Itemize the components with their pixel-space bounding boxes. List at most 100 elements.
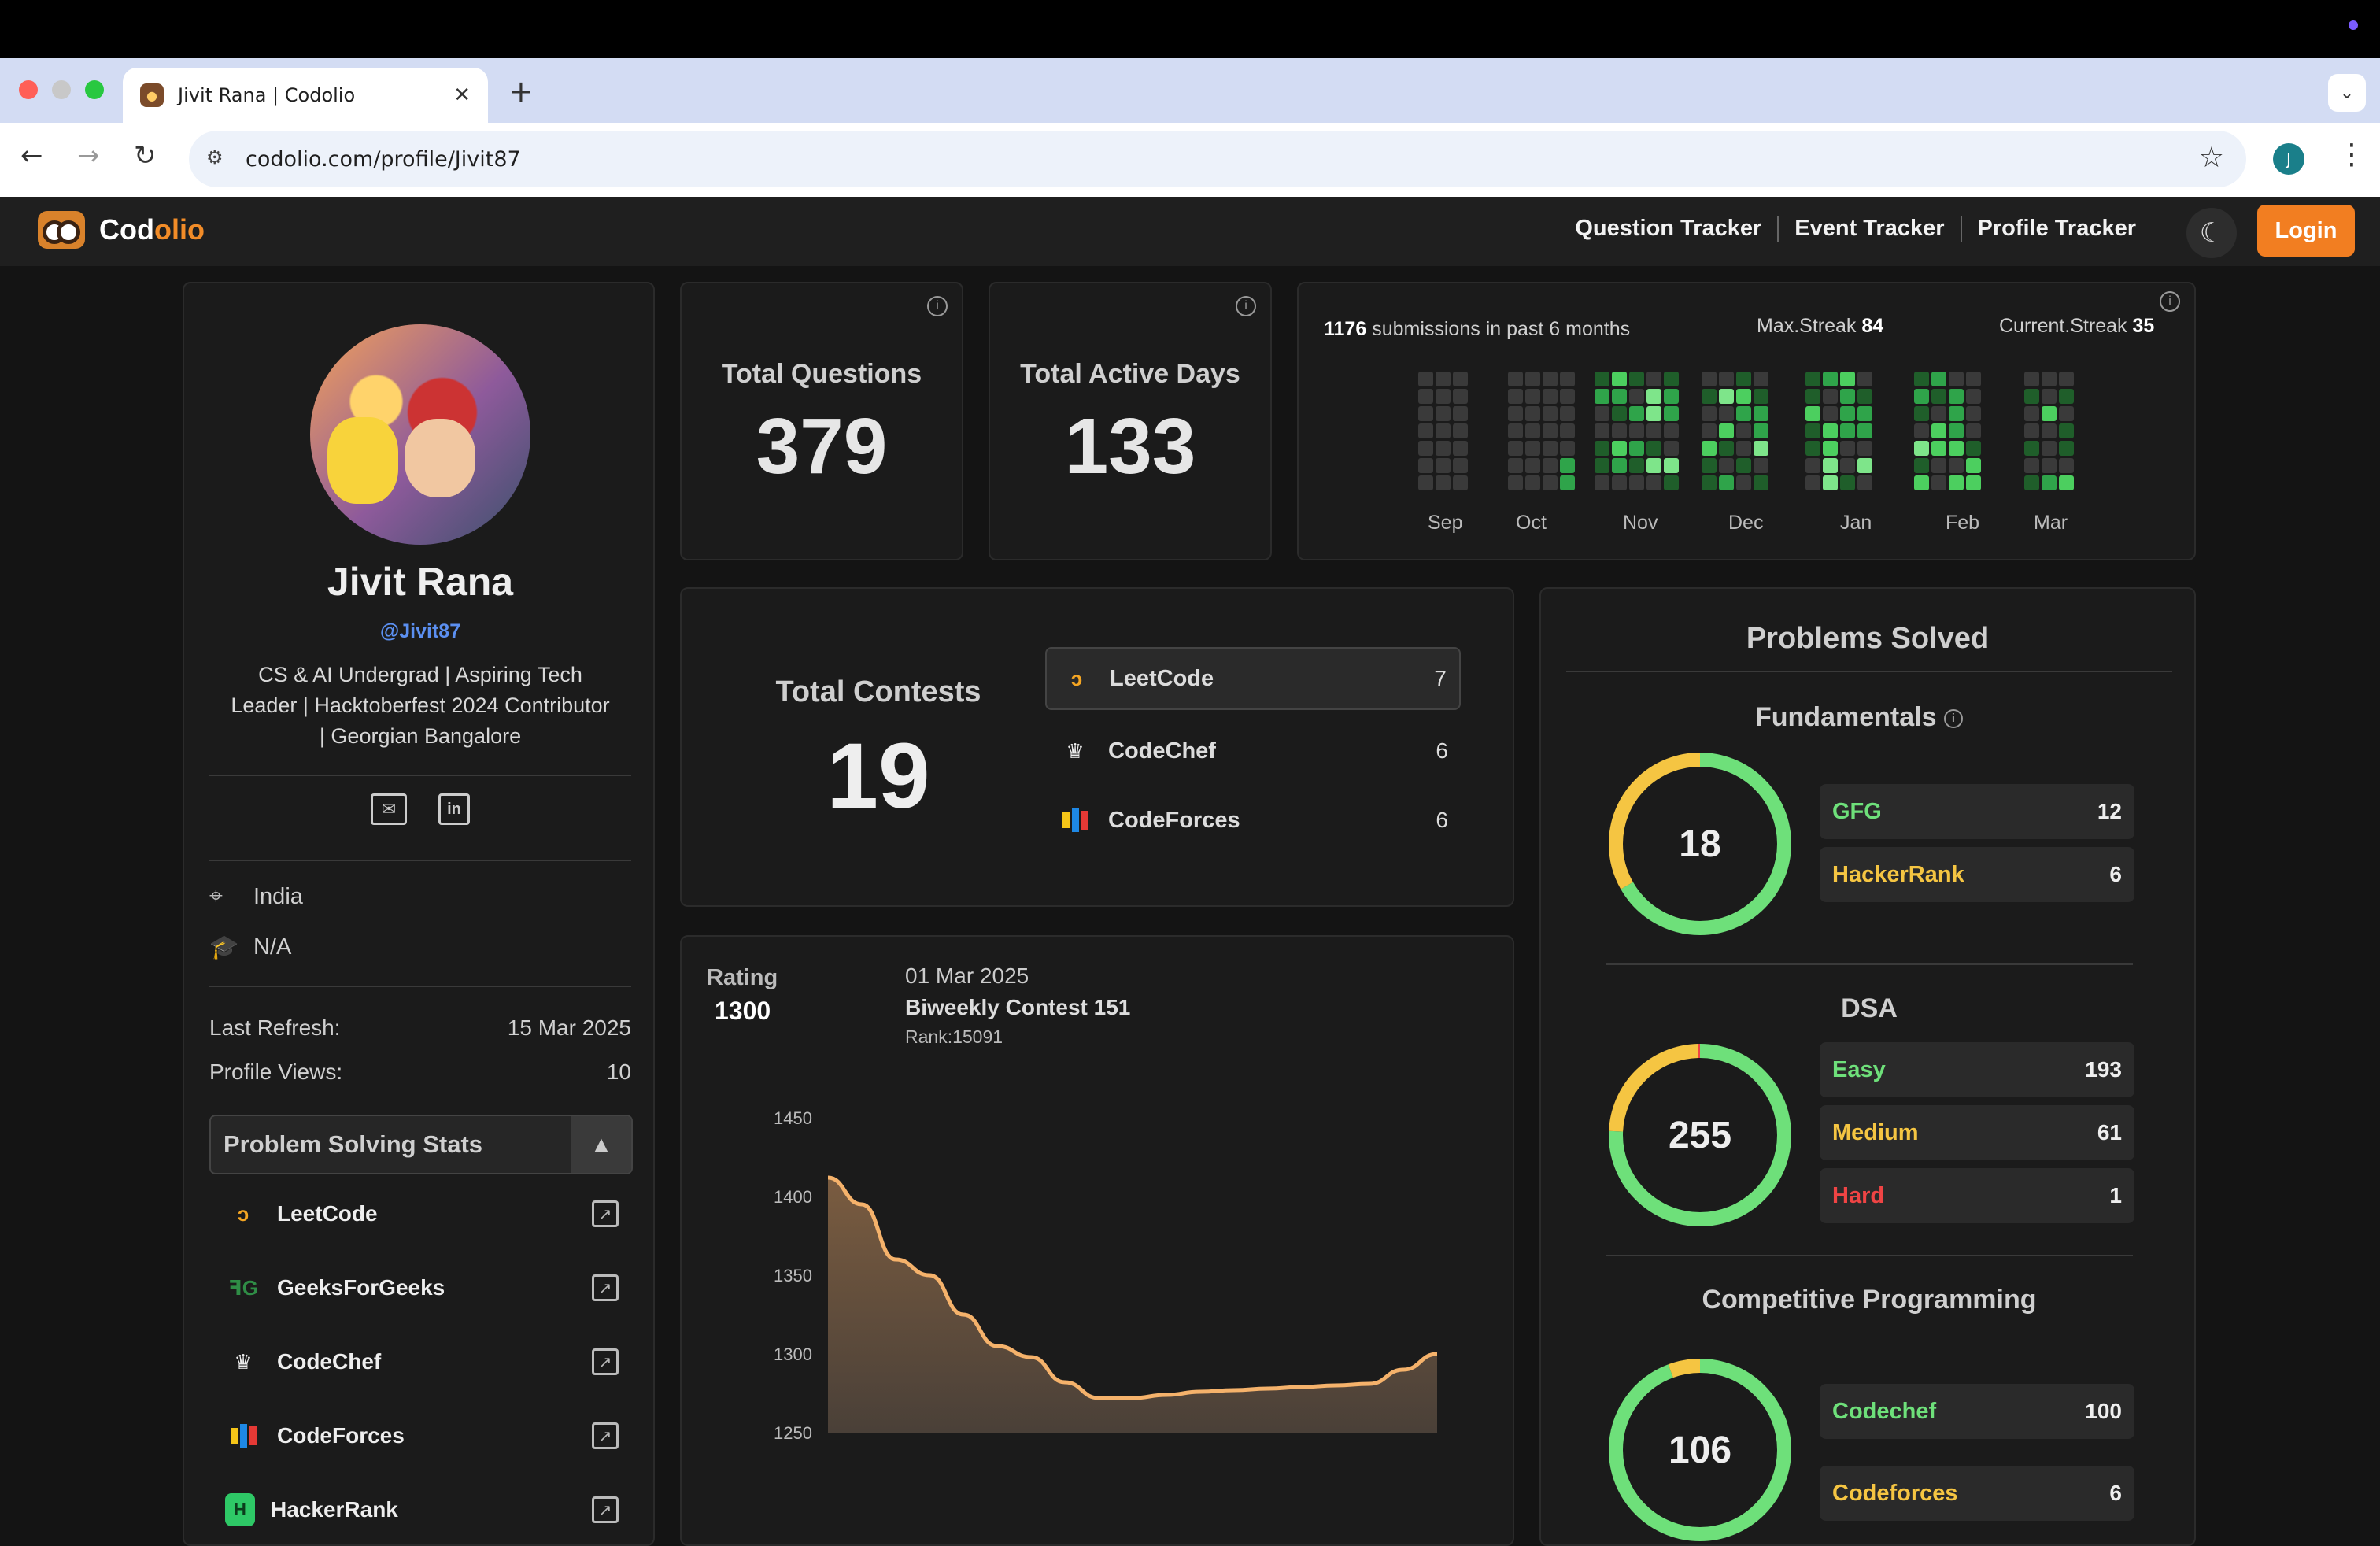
heatmap-cell[interactable] (2042, 389, 2057, 404)
nav-question-tracker[interactable]: Question Tracker (1559, 216, 1779, 242)
heatmap-cell[interactable] (1931, 441, 1946, 456)
heatmap-cell[interactable] (1612, 389, 1627, 404)
rating-point[interactable] (1159, 1387, 1174, 1403)
heatmap-cell[interactable] (2024, 441, 2039, 456)
heatmap-cell[interactable] (2042, 406, 2057, 421)
heatmap-cell[interactable] (1436, 372, 1451, 386)
heatmap-cell[interactable] (1418, 389, 1433, 404)
heatmap-cell[interactable] (1629, 441, 1644, 456)
heatmap-cell[interactable] (1949, 406, 1964, 421)
heatmap-cell[interactable] (1595, 423, 1609, 438)
heatmap-cell[interactable] (1736, 423, 1751, 438)
heatmap-cell[interactable] (1525, 406, 1540, 421)
heatmap-cell[interactable] (1418, 441, 1433, 456)
back-arrow-icon[interactable]: ← (20, 140, 43, 172)
heatmap-cell[interactable] (1966, 372, 1981, 386)
heatmap-cell[interactable] (1646, 389, 1661, 404)
heatmap-cell[interactable] (1436, 475, 1451, 490)
heatmap-cell[interactable] (1543, 389, 1558, 404)
heatmap-cell[interactable] (1595, 406, 1609, 421)
heatmap-cell[interactable] (1664, 475, 1679, 490)
rating-point[interactable] (888, 1252, 904, 1267)
nav-event-tracker[interactable]: Event Tracker (1779, 216, 1962, 242)
heatmap-cell[interactable] (1719, 389, 1734, 404)
rating-point[interactable] (1226, 1382, 1242, 1398)
heatmap-cell[interactable] (1629, 406, 1644, 421)
heatmap-cell[interactable] (1823, 441, 1838, 456)
heatmap-cell[interactable] (1966, 475, 1981, 490)
heatmap-cell[interactable] (1754, 441, 1768, 456)
maximize-window-button[interactable] (85, 80, 104, 99)
heatmap-cell[interactable] (1840, 372, 1855, 386)
heatmap-cell[interactable] (1736, 372, 1751, 386)
heatmap-cell[interactable] (1736, 389, 1751, 404)
heatmap-cell[interactable] (1966, 458, 1981, 473)
heatmap-cell[interactable] (1508, 441, 1523, 456)
heatmap-cell[interactable] (1823, 406, 1838, 421)
browser-tab[interactable]: ● Jivit Rana | Codolio ✕ (123, 68, 488, 123)
heatmap-cell[interactable] (1595, 441, 1609, 456)
heatmap-cell[interactable] (1453, 389, 1468, 404)
heatmap-cell[interactable] (1525, 423, 1540, 438)
heatmap-cell[interactable] (2059, 441, 2074, 456)
heatmap-cell[interactable] (1805, 423, 1820, 438)
heatmap-cell[interactable] (2042, 441, 2057, 456)
info-icon[interactable]: i (927, 296, 948, 316)
external-link-icon[interactable]: ↗ (592, 1274, 619, 1301)
heatmap-cell[interactable] (1525, 389, 1540, 404)
heatmap-cell[interactable] (1612, 475, 1627, 490)
heatmap-cell[interactable] (1543, 441, 1558, 456)
heatmap-cell[interactable] (1966, 423, 1981, 438)
info-icon[interactable]: i (1943, 709, 1963, 729)
heatmap-cell[interactable] (1966, 441, 1981, 456)
heatmap-cell[interactable] (1823, 458, 1838, 473)
heatmap-cell[interactable] (1560, 389, 1575, 404)
heatmap-cell[interactable] (1453, 406, 1468, 421)
heatmap-cell[interactable] (2059, 406, 2074, 421)
heatmap-cell[interactable] (1736, 406, 1751, 421)
heatmap-cell[interactable] (1543, 475, 1558, 490)
heatmap-cell[interactable] (1560, 372, 1575, 386)
heatmap-cell[interactable] (1805, 458, 1820, 473)
heatmap-cell[interactable] (2059, 389, 2074, 404)
heatmap-cell[interactable] (1525, 441, 1540, 456)
heatmap-cell[interactable] (2059, 458, 2074, 473)
heatmap-cell[interactable] (1543, 372, 1558, 386)
rating-point[interactable] (1260, 1381, 1276, 1396)
heatmap-cell[interactable] (1629, 458, 1644, 473)
heatmap-cell[interactable] (1702, 372, 1717, 386)
heatmap-cell[interactable] (1857, 372, 1872, 386)
platform-row-geeksforgeeks[interactable]: ꟻG GeeksForGeeks ↗ (225, 1264, 619, 1311)
rating-point[interactable] (1429, 1346, 1445, 1362)
heatmap-cell[interactable] (1702, 475, 1717, 490)
heatmap-cell[interactable] (1664, 423, 1679, 438)
heatmap-cell[interactable] (1823, 423, 1838, 438)
rating-point[interactable] (1057, 1374, 1073, 1390)
heatmap-cell[interactable] (1595, 458, 1609, 473)
heatmap-cell[interactable] (1508, 406, 1523, 421)
address-bar[interactable]: ⚙ codolio.com/profile/Jivit87 ☆ (189, 131, 2246, 187)
heatmap-cell[interactable] (1418, 423, 1433, 438)
heatmap-cell[interactable] (1840, 389, 1855, 404)
rating-point[interactable] (1328, 1378, 1343, 1393)
platform-row-codeforces[interactable]: CodeForces ↗ (225, 1412, 619, 1459)
heatmap-cell[interactable] (2042, 372, 2057, 386)
heatmap-cell[interactable] (1646, 441, 1661, 456)
heatmap-cell[interactable] (1436, 423, 1451, 438)
rating-point[interactable] (820, 1170, 836, 1185)
email-icon[interactable]: ✉ (371, 793, 407, 825)
reload-icon[interactable]: ↻ (134, 140, 157, 172)
heatmap-cell[interactable] (2024, 458, 2039, 473)
heatmap-cell[interactable] (1857, 441, 1872, 456)
collapse-caret-icon[interactable]: ▲ (571, 1116, 631, 1173)
url-text[interactable]: codolio.com/profile/Jivit87 (246, 147, 521, 172)
rating-point[interactable] (1091, 1390, 1107, 1406)
heatmap-cell[interactable] (1436, 406, 1451, 421)
heatmap-cell[interactable] (1612, 406, 1627, 421)
heatmap-cell[interactable] (1436, 458, 1451, 473)
heatmap-cell[interactable] (1629, 372, 1644, 386)
rating-point[interactable] (1023, 1349, 1039, 1365)
heatmap-cell[interactable] (1453, 372, 1468, 386)
heatmap-cell[interactable] (1543, 423, 1558, 438)
heatmap-cell[interactable] (1508, 372, 1523, 386)
